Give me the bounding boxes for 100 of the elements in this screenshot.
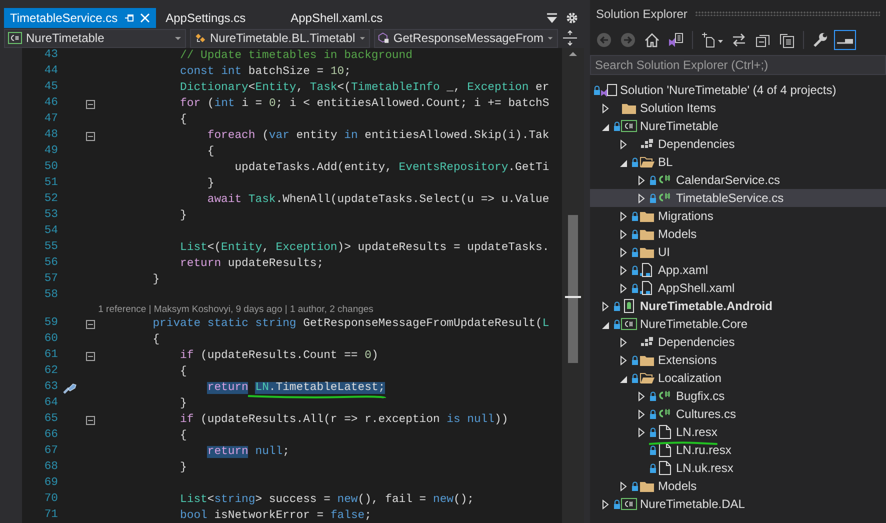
solution-icon	[601, 82, 617, 98]
collapsed-arrow-icon[interactable]	[601, 498, 610, 510]
tree-item-label[interactable]: LN.uk.resx	[676, 459, 734, 477]
code-line: Dictionary<Entity, Task<(TimetableInfo _, Exception er	[179, 80, 550, 96]
open-folder-icon	[639, 154, 655, 170]
tree-item-label[interactable]: NureTimetable.DAL	[640, 495, 745, 513]
tree-item-label[interactable]: Cultures.cs	[676, 405, 736, 423]
line-number: 46	[43, 96, 58, 112]
tree-item-label[interactable]: NureTimetable	[640, 117, 718, 135]
tree-item-label[interactable]: Bugfix.cs	[676, 387, 725, 405]
tree-item-label[interactable]: NureTimetable.Android	[640, 297, 772, 315]
collapsed-arrow-icon[interactable]	[619, 354, 628, 366]
line-number: 56	[43, 256, 58, 272]
collapse-icon[interactable]	[86, 100, 94, 108]
tree-item-label[interactable]: Solution 'NureTimetable' (4 of 4 projects)	[620, 81, 836, 99]
tree-item-label[interactable]: Migrations	[658, 207, 714, 225]
tree-item-label[interactable]: Solution Items	[640, 99, 716, 117]
method-icon	[378, 31, 390, 45]
collapse-icon[interactable]	[86, 352, 94, 360]
code-line: {	[206, 144, 214, 160]
collapse-icon[interactable]	[86, 416, 94, 424]
collapsed-arrow-icon[interactable]	[637, 426, 646, 438]
codelens-text[interactable]: 1 reference | Maksym Koshovyi, 9 days ago | 1 author, 2 changes	[22, 302, 374, 318]
editor-tab[interactable]: AppSettings.cs	[156, 8, 281, 28]
code-line: List<(Entity, Exception)> updateResults = updateTasks.	[179, 240, 550, 256]
editor-tab[interactable]: TimetableService.cs	[4, 8, 156, 28]
line-number: 53	[43, 208, 58, 224]
tree-item-label[interactable]: LN.ru.resx	[676, 441, 732, 459]
collapsed-arrow-icon[interactable]	[637, 174, 646, 186]
caret-icon	[174, 34, 182, 42]
screwdriver-icon[interactable]	[62, 381, 78, 395]
tree-item-label[interactable]: TimetableService.cs	[676, 189, 784, 207]
collapsed-arrow-icon[interactable]	[637, 408, 646, 420]
code-line: {	[179, 364, 187, 380]
title-bar-grip[interactable]	[695, 11, 880, 16]
switch-views-icon[interactable]	[668, 32, 684, 48]
collapsed-arrow-icon[interactable]	[637, 390, 646, 402]
tree-item-label[interactable]: Models	[658, 477, 697, 495]
tree-item-label[interactable]: BL	[658, 153, 673, 171]
tree-item-label[interactable]: UI	[658, 243, 670, 261]
collapsed-arrow-icon[interactable]	[619, 264, 628, 276]
collapsed-arrow-icon[interactable]	[601, 300, 610, 312]
collapse-icon[interactable]	[86, 320, 94, 328]
home-icon[interactable]	[644, 32, 660, 48]
tree-item-label[interactable]: App.xaml	[658, 261, 708, 279]
collapsed-arrow-icon[interactable]	[619, 282, 628, 294]
collapse-all-icon[interactable]	[755, 32, 771, 48]
code-line: return updateResults;	[179, 256, 324, 272]
code-line: }	[179, 396, 187, 412]
collapsed-arrow-icon[interactable]	[619, 480, 628, 492]
line-number: 63	[43, 380, 58, 396]
wrench-icon[interactable]	[812, 32, 828, 48]
split-window-icon[interactable]	[562, 30, 578, 46]
navigation-dropdown[interactable]: NureTimetable	[4, 28, 186, 48]
collapsed-arrow-icon[interactable]	[619, 336, 628, 348]
line-number: 49	[43, 144, 58, 160]
code-line: bool isNetworkError = false;	[179, 508, 372, 523]
code-line: {	[179, 428, 187, 444]
tree-item-label[interactable]: LN.resx	[676, 423, 718, 441]
collapsed-arrow-icon[interactable]	[601, 102, 610, 114]
search-field[interactable]: Search Solution Explorer (Ctrl+;)	[590, 55, 886, 75]
csharp-project-icon	[621, 316, 637, 332]
line-number: 66	[43, 428, 58, 444]
code-line: private static string GetResponseMessageFromUpdateResult(L	[152, 316, 550, 332]
line-number: 70	[43, 492, 58, 508]
collapsed-arrow-icon[interactable]	[619, 228, 628, 240]
line-number: 64	[43, 396, 58, 412]
scrollbar-thumb[interactable]	[568, 215, 578, 363]
csharp-project-icon	[621, 118, 637, 134]
line-number: 62	[43, 364, 58, 380]
dropdown-icon[interactable]	[546, 12, 558, 24]
tree-item-label[interactable]: Models	[658, 225, 697, 243]
sync-icon[interactable]	[731, 32, 747, 48]
code-line: for (int i = 0; i < entitiesAllowed.Count; i += batchS	[179, 96, 550, 112]
tree-item-label[interactable]: AppShell.xaml	[658, 279, 735, 297]
collapsed-arrow-icon[interactable]	[637, 192, 646, 204]
tree-item-label[interactable]: Dependencies	[658, 135, 735, 153]
tree-item-label[interactable]: CalendarService.cs	[676, 171, 780, 189]
collapsed-arrow-icon[interactable]	[619, 210, 628, 222]
settings-icon[interactable]	[566, 12, 578, 24]
close-icon[interactable]	[140, 13, 150, 23]
editor-tab[interactable]: AppShell.xaml.cs	[280, 8, 406, 28]
navigation-dropdown[interactable]: GetResponseMessageFrom	[374, 28, 558, 48]
code-line: }	[152, 272, 160, 288]
collapsed-arrow-icon[interactable]	[619, 246, 628, 258]
navigation-dropdown[interactable]: NureTimetable.BL.Timetabl	[190, 28, 370, 48]
tree-item-label[interactable]: Extensions	[658, 351, 717, 369]
collapse-icon[interactable]	[86, 132, 94, 140]
selected-row-highlight[interactable]: TimetableService.cs	[590, 189, 886, 207]
tree-item-label[interactable]: Localization	[658, 369, 722, 387]
pin-icon[interactable]	[124, 13, 134, 23]
collapsed-arrow-icon[interactable]	[619, 138, 628, 150]
line-number: 44	[43, 64, 58, 80]
copy-icon[interactable]	[779, 32, 795, 48]
xaml-file-icon	[639, 280, 655, 296]
tree-item-label[interactable]: Dependencies	[658, 333, 735, 351]
new-item-icon[interactable]	[701, 32, 723, 48]
caret-icon	[359, 34, 366, 42]
line-number: 55	[43, 240, 58, 256]
tree-item-label[interactable]: NureTimetable.Core	[640, 315, 748, 333]
